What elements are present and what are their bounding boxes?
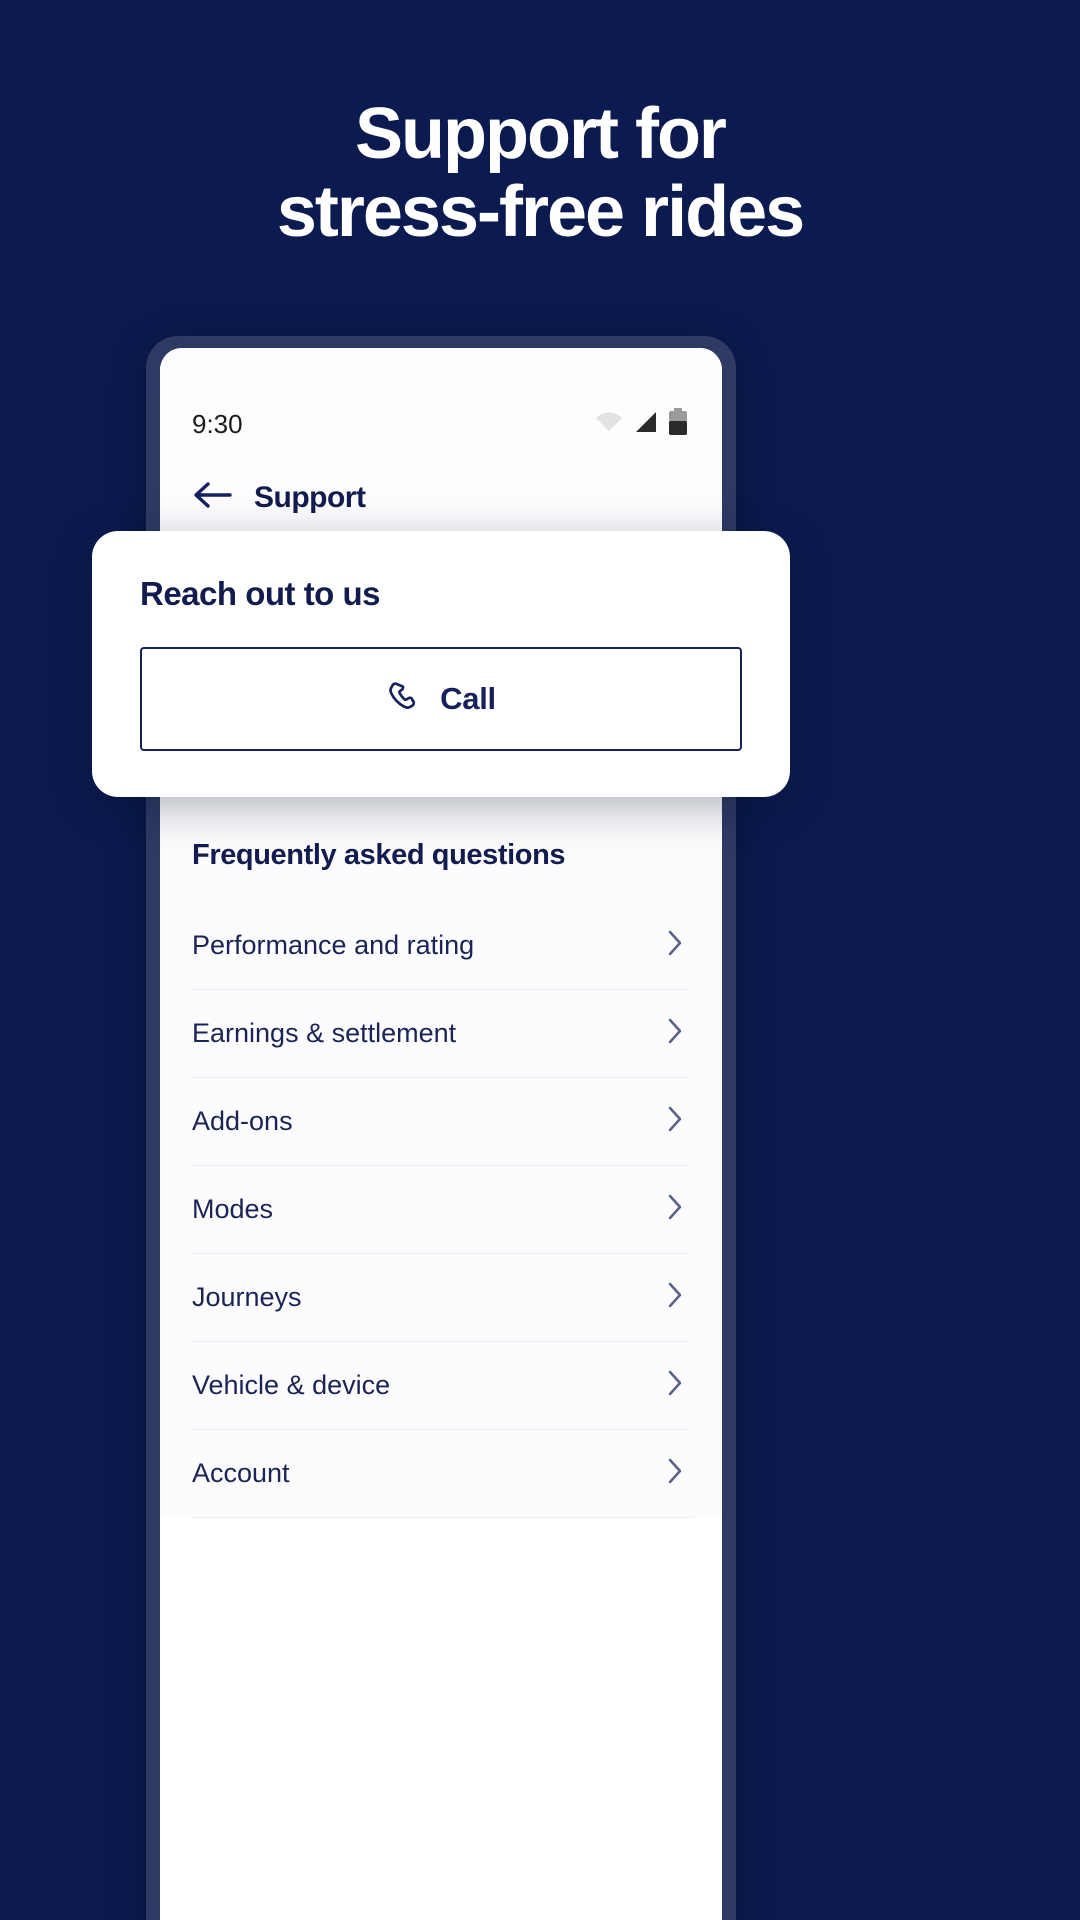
phone-icon bbox=[386, 680, 420, 719]
chevron-right-icon bbox=[666, 1456, 684, 1491]
hero-headline: Support for stress-free rides bbox=[0, 94, 1080, 252]
faq-item-performance-and-rating[interactable]: Performance and rating bbox=[192, 902, 690, 990]
status-bar: 9:30 bbox=[160, 348, 722, 458]
faq-section: Frequently asked questions Performance a… bbox=[160, 793, 722, 1518]
wifi-icon bbox=[594, 410, 624, 439]
faq-item-modes[interactable]: Modes bbox=[192, 1166, 690, 1254]
reach-out-title: Reach out to us bbox=[140, 575, 381, 612]
hero-line-1: Support for bbox=[355, 94, 727, 174]
chevron-right-icon bbox=[666, 1192, 684, 1227]
status-bar-icons bbox=[594, 407, 688, 441]
faq-item-label: Add-ons bbox=[192, 1106, 293, 1136]
faq-item-vehicle-and-device[interactable]: Vehicle & device bbox=[192, 1342, 690, 1430]
chevron-right-icon bbox=[666, 1016, 684, 1051]
faq-item-add-ons[interactable]: Add-ons bbox=[192, 1078, 690, 1166]
promo-screen: Support for stress-free rides 9:30 Suppo… bbox=[0, 0, 1080, 1920]
faq-item-account[interactable]: Account bbox=[192, 1430, 690, 1518]
faq-item-label: Modes bbox=[192, 1194, 274, 1224]
call-button-label: Call bbox=[440, 681, 496, 716]
chevron-right-icon bbox=[666, 1280, 684, 1315]
cellular-signal-icon bbox=[633, 410, 659, 439]
faq-item-label: Journeys bbox=[192, 1282, 302, 1312]
status-bar-time: 9:30 bbox=[192, 408, 243, 439]
chevron-right-icon bbox=[666, 1368, 684, 1403]
battery-icon bbox=[668, 407, 688, 441]
arrow-left-icon[interactable] bbox=[192, 480, 232, 515]
faq-item-label: Account bbox=[192, 1458, 290, 1488]
faq-item-label: Vehicle & device bbox=[192, 1370, 391, 1400]
nav-header: Support bbox=[160, 458, 722, 541]
page-title: Support bbox=[254, 480, 366, 514]
faq-item-label: Performance and rating bbox=[192, 930, 475, 960]
faq-item-earnings-and-settlement[interactable]: Earnings & settlement bbox=[192, 990, 690, 1078]
faq-item-journeys[interactable]: Journeys bbox=[192, 1254, 690, 1342]
chevron-right-icon bbox=[666, 1104, 684, 1139]
reach-out-card: Reach out to us Call bbox=[92, 531, 790, 797]
faq-section-title: Frequently asked questions bbox=[192, 839, 566, 871]
call-button[interactable]: Call bbox=[140, 647, 742, 751]
hero-line-2: stress-free rides bbox=[276, 171, 805, 252]
chevron-right-icon bbox=[666, 928, 684, 963]
faq-item-label: Earnings & settlement bbox=[192, 1018, 457, 1048]
